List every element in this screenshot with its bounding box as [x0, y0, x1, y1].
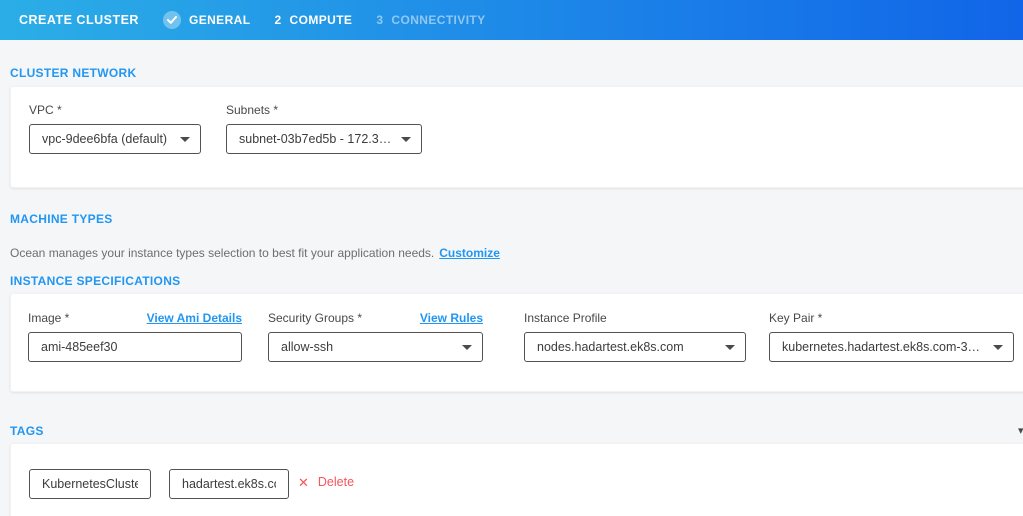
view-rules-link[interactable]: View Rules	[420, 311, 483, 325]
tags-card: ✕ Delete	[10, 443, 1023, 516]
page-title: CREATE CLUSTER	[19, 13, 139, 27]
section-heading-machine-types: MACHINE TYPES	[10, 212, 113, 226]
step-connectivity-number: 3	[376, 13, 383, 27]
image-field-group: Image * View Ami Details	[28, 311, 242, 362]
check-circle-icon	[163, 11, 181, 29]
step-compute-number: 2	[274, 13, 281, 27]
step-connectivity[interactable]: 3 CONNECTIVITY	[376, 13, 485, 27]
instance-specifications-card: Image * View Ami Details Security Groups…	[10, 293, 1023, 392]
tag-key-input[interactable]	[29, 469, 151, 499]
subnets-select[interactable]: subnet-03b7ed5b - 172.31.0.0/20 ...	[226, 124, 422, 154]
vpc-select[interactable]: vpc-9dee6bfa (default)	[29, 124, 201, 154]
machine-types-description: Ocean manages your instance types select…	[10, 246, 500, 260]
chevron-down-icon	[993, 345, 1003, 350]
instance-profile-field-group: Instance Profile nodes.hadartest.ek8s.co…	[524, 311, 746, 362]
section-heading-instance-specifications: INSTANCE SPECIFICATIONS	[10, 274, 180, 288]
security-groups-selected-value: allow-ssh	[281, 340, 333, 354]
section-heading-tags: TAGS	[10, 424, 44, 438]
machine-types-description-text: Ocean manages your instance types select…	[10, 246, 434, 260]
key-pair-field-group: Key Pair * kubernetes.hadartest.ek8s.com…	[769, 311, 1014, 362]
tag-value-input[interactable]	[169, 469, 289, 499]
image-label: Image *	[28, 311, 69, 325]
step-compute[interactable]: 2 COMPUTE	[274, 13, 352, 27]
image-input[interactable]	[28, 332, 242, 362]
key-pair-label: Key Pair *	[769, 311, 822, 325]
customize-link[interactable]: Customize	[439, 246, 500, 260]
security-groups-label: Security Groups *	[268, 311, 362, 325]
vpc-field-group: VPC * vpc-9dee6bfa (default)	[29, 103, 201, 154]
step-compute-label: COMPUTE	[290, 13, 353, 27]
view-ami-details-link[interactable]: View Ami Details	[147, 311, 242, 325]
chevron-down-icon	[401, 137, 411, 142]
subnets-selected-value: subnet-03b7ed5b - 172.31.0.0/20 ...	[239, 132, 393, 146]
instance-profile-selected-value: nodes.hadartest.ek8s.com	[537, 340, 684, 354]
instance-profile-select[interactable]: nodes.hadartest.ek8s.com	[524, 332, 746, 362]
delete-tag-label: Delete	[318, 475, 354, 489]
security-groups-field-group: Security Groups * View Rules allow-ssh	[268, 311, 483, 362]
vpc-selected-value: vpc-9dee6bfa (default)	[42, 132, 167, 146]
chevron-down-icon	[725, 345, 735, 350]
instance-profile-label: Instance Profile	[524, 311, 607, 325]
delete-tag-button[interactable]: ✕ Delete	[298, 475, 354, 489]
vpc-label: VPC *	[29, 103, 62, 117]
subnets-label: Subnets *	[226, 103, 278, 117]
delete-x-icon: ✕	[298, 476, 309, 489]
key-pair-selected-value: kubernetes.hadartest.ek8s.com-39:84:a5:9…	[782, 340, 985, 354]
section-heading-cluster-network: CLUSTER NETWORK	[10, 66, 137, 80]
chevron-down-icon	[180, 137, 190, 142]
create-cluster-page: CREATE CLUSTER GENERAL 2 COMPUTE 3 CONNE…	[0, 0, 1023, 516]
tag-row-value-group	[169, 469, 289, 499]
chevron-down-icon	[462, 345, 472, 350]
collapse-chevron-icon[interactable]: ▾	[1018, 424, 1023, 437]
security-groups-select[interactable]: allow-ssh	[268, 332, 483, 362]
cluster-network-card: VPC * vpc-9dee6bfa (default) Subnets * s…	[10, 86, 1023, 188]
step-general[interactable]: GENERAL	[163, 11, 250, 29]
step-general-label: GENERAL	[189, 13, 250, 27]
key-pair-select[interactable]: kubernetes.hadartest.ek8s.com-39:84:a5:9…	[769, 332, 1014, 362]
step-connectivity-label: CONNECTIVITY	[391, 13, 485, 27]
wizard-header: CREATE CLUSTER GENERAL 2 COMPUTE 3 CONNE…	[0, 0, 1023, 40]
tag-row-key-group	[29, 469, 151, 499]
subnets-field-group: Subnets * subnet-03b7ed5b - 172.31.0.0/2…	[226, 103, 422, 154]
